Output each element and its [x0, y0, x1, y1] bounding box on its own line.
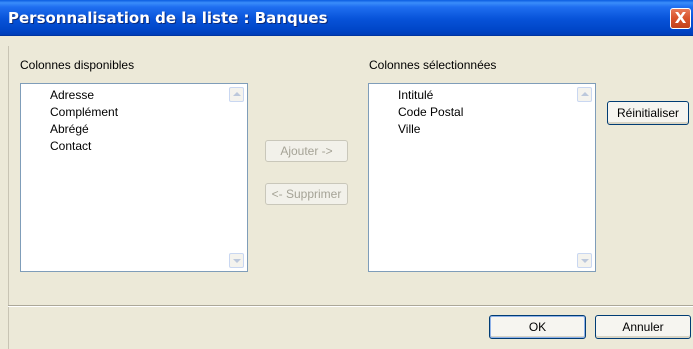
reset-button[interactable]: Réinitialiser [607, 101, 689, 125]
selected-columns-list[interactable]: Intitulé Code Postal Ville [368, 83, 596, 272]
list-item[interactable]: Abrégé [50, 121, 118, 138]
remove-column-button[interactable]: <- Supprimer [265, 183, 348, 205]
list-item[interactable]: Code Postal [398, 104, 463, 121]
list-item[interactable]: Complément [50, 104, 118, 121]
scroll-down-button[interactable] [577, 253, 592, 268]
scroll-up-arrow-icon [581, 92, 589, 96]
list-item[interactable]: Adresse [50, 87, 118, 104]
footer-separator [8, 305, 693, 307]
close-icon: X [674, 9, 687, 27]
list-item[interactable]: Intitulé [398, 87, 463, 104]
available-columns-label: Colonnes disponibles [20, 58, 135, 72]
customize-list-dialog: Personnalisation de la liste : Banques X… [0, 0, 693, 349]
scroll-up-arrow-icon [233, 92, 241, 96]
dialog-title: Personnalisation de la liste : Banques [8, 9, 328, 27]
cancel-button[interactable]: Annuler [595, 315, 691, 339]
scroll-up-button[interactable] [229, 87, 244, 102]
list-item[interactable]: Contact [50, 138, 118, 155]
selected-columns-label: Colonnes sélectionnées [369, 58, 497, 72]
available-columns-items: Adresse Complément Abrégé Contact [50, 87, 118, 155]
scroll-down-button[interactable] [229, 253, 244, 268]
ok-button[interactable]: OK [489, 315, 586, 339]
dialog-left-edge [8, 46, 9, 349]
scroll-up-button[interactable] [577, 87, 592, 102]
add-column-button[interactable]: Ajouter -> [265, 140, 348, 162]
available-columns-list[interactable]: Adresse Complément Abrégé Contact [20, 83, 248, 272]
close-button[interactable]: X [670, 8, 691, 29]
list-item[interactable]: Ville [398, 121, 463, 138]
scroll-down-arrow-icon [233, 259, 241, 263]
scroll-down-arrow-icon [581, 259, 589, 263]
selected-columns-items: Intitulé Code Postal Ville [398, 87, 463, 138]
title-bar[interactable]: Personnalisation de la liste : Banques X [0, 0, 693, 36]
